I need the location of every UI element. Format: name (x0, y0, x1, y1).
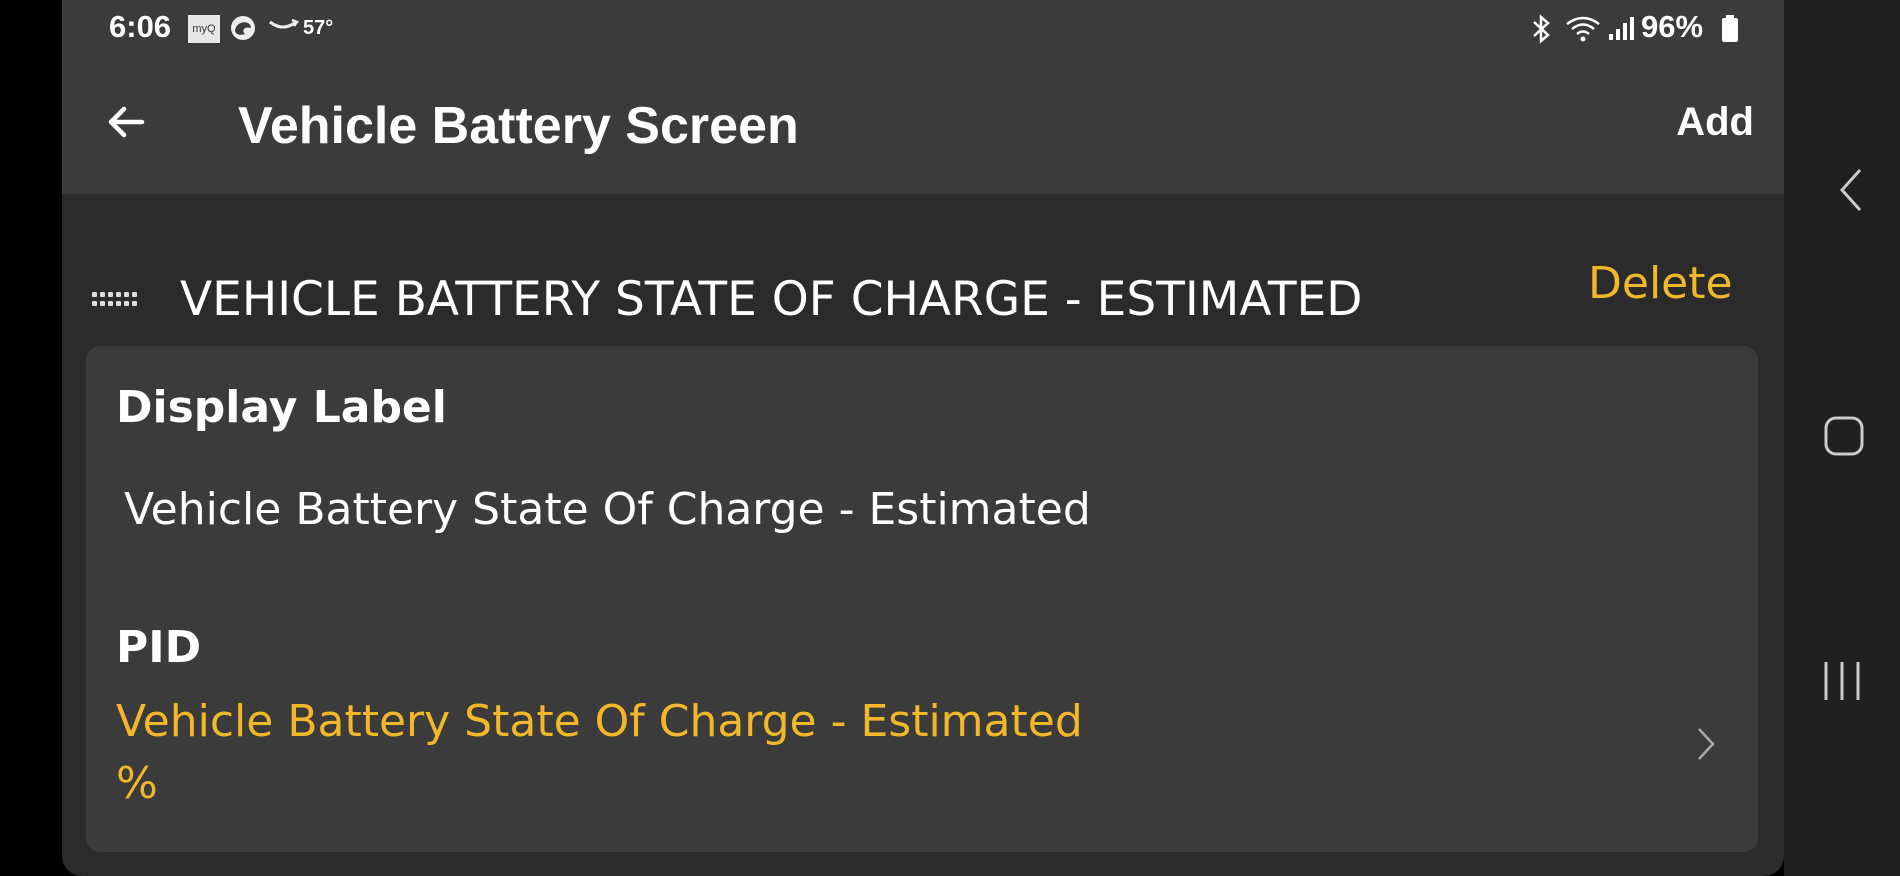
edge-icon (229, 14, 257, 46)
display-label-field[interactable]: Vehicle Battery State Of Charge - Estima… (124, 484, 1091, 535)
add-button[interactable]: Add (1676, 100, 1754, 145)
pid-name: Vehicle Battery State Of Charge - Estima… (116, 696, 1083, 747)
drag-handle-icon[interactable] (92, 292, 137, 308)
nav-back-icon[interactable] (1838, 168, 1864, 216)
app-header: Vehicle Battery Screen Add (62, 56, 1784, 194)
chevron-right-icon (1696, 726, 1716, 766)
signal-icon (1607, 16, 1635, 46)
bluetooth-icon (1529, 14, 1553, 48)
nav-recent-apps-icon[interactable] (1822, 660, 1862, 706)
battery-icon (1721, 15, 1739, 47)
status-bar: 6:06 myQ 57° 96% (62, 0, 1784, 56)
page-title: Vehicle Battery Screen (238, 97, 799, 155)
wifi-icon (1564, 14, 1602, 48)
battery-percent: 96% (1641, 9, 1704, 44)
app-screen: 6:06 myQ 57° 96% Vehicle Battery Screen … (62, 0, 1784, 876)
settings-card: Display Label Vehicle Battery State Of C… (86, 346, 1758, 852)
nav-home-icon[interactable] (1824, 416, 1864, 460)
delete-button[interactable]: Delete (1588, 258, 1733, 309)
back-arrow-icon[interactable] (104, 100, 148, 148)
myq-icon: myQ (188, 15, 220, 43)
section-title: VEHICLE BATTERY STATE OF CHARGE - ESTIMA… (180, 272, 1363, 327)
pid-selector[interactable]: Vehicle Battery State Of Charge - Estima… (86, 696, 1758, 836)
display-label-heading: Display Label (116, 382, 447, 433)
status-time: 6:06 (109, 9, 172, 44)
status-temperature: 57° (303, 17, 334, 39)
pid-heading: PID (116, 622, 202, 673)
pid-unit: % (116, 758, 158, 809)
system-nav-bar (1784, 0, 1900, 876)
amazon-icon (267, 14, 299, 40)
